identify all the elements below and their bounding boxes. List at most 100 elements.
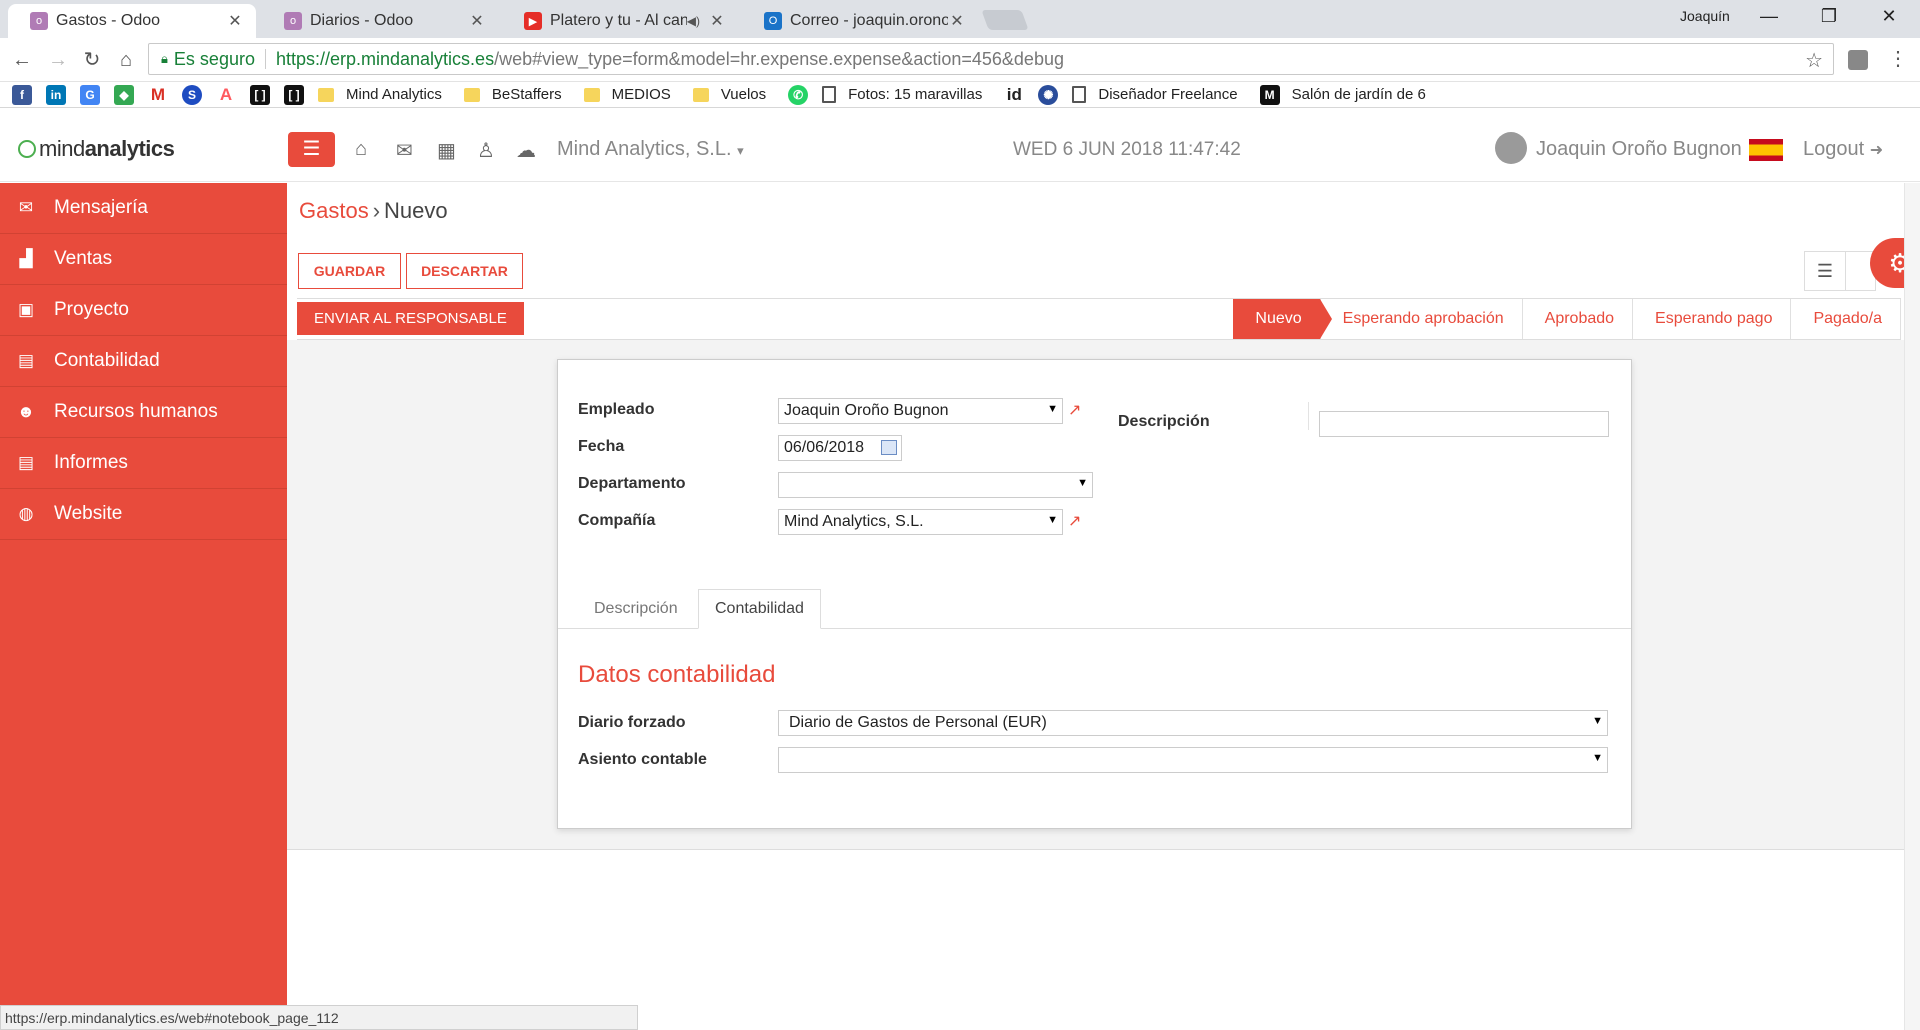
browser-tab-gastos[interactable]: o Gastos - Odoo ✕ [8,4,256,38]
sidebar-item-proyecto[interactable]: ▣ Proyecto [0,285,287,336]
bookmark-salon[interactable]: M Salón de jardín de 6 [1259,84,1426,105]
speaker-icon[interactable]: ◀) [687,14,700,28]
move-select[interactable]: ▼ [778,747,1608,773]
lock-icon: 🔒︎ [161,51,168,66]
journal-select[interactable]: Diario de Gastos de Personal (EUR) ▼ [778,710,1608,736]
address-bar[interactable]: 🔒︎ Es seguro https://erp.mindanalytics.e… [148,43,1834,75]
logout-label: Logout [1803,138,1865,160]
odoo-favicon-icon: o [30,12,48,30]
mail-icon[interactable]: ✉ [396,138,413,163]
back-arrow-icon[interactable]: ← [8,46,36,74]
new-tab-button[interactable] [981,10,1029,30]
report-icon: ▤ [17,453,35,472]
calendar-icon[interactable]: ▦ [437,138,456,163]
reload-icon[interactable]: ↻ [78,46,106,74]
page-scrollbar[interactable] [1904,183,1920,1030]
close-icon[interactable]: ✕ [708,11,726,31]
stage-esperando-aprobacion[interactable]: Esperando aprobación [1320,299,1523,339]
bookmark-bestaffers[interactable]: BeStaffers [463,86,562,103]
badge-icon[interactable]: ✺ [1038,84,1059,105]
breadcrumb-gastos-link[interactable]: Gastos [299,198,369,223]
tab-descripcion[interactable]: Descripción [578,589,694,629]
minimize-icon[interactable]: — [1746,6,1792,27]
save-button[interactable]: GUARDAR [298,253,401,289]
browser-tab-youtube[interactable]: ▶ Platero y tu - Al canta ◀) ✕ [502,4,738,38]
sidebar-item-website[interactable]: ◍ Website [0,489,287,540]
company-select[interactable]: Mind Analytics, S.L. ▼ [778,509,1063,535]
logout-link[interactable]: Logout ➜ [1803,138,1883,161]
chevron-down-icon: ▾ [737,143,744,158]
user-name[interactable]: Joaquin Oroño Bugnon [1536,138,1742,161]
external-link-icon[interactable]: ↗ [1068,400,1081,420]
extension-icon[interactable] [1848,50,1868,70]
bookmark-star-icon[interactable]: ☆ [1805,48,1823,73]
window-user-badge[interactable]: Joaquín [1680,8,1730,24]
facebook-icon[interactable]: f [12,84,32,105]
spain-flag-icon[interactable] [1749,139,1783,161]
move-label: Asiento contable [578,751,707,768]
stage-nuevo[interactable]: Nuevo [1233,299,1332,339]
id-icon[interactable]: id [1004,84,1025,105]
sidebar-item-mensajeria[interactable]: ✉ Mensajería [0,183,287,234]
linkedin-icon[interactable]: in [46,84,66,105]
company-switcher[interactable]: Mind Analytics, S.L. ▾ [557,138,744,161]
list-view-icon[interactable]: ☰ [1804,251,1846,291]
whatsapp-icon[interactable]: ✆ [788,84,809,105]
sidebar-item-ventas[interactable]: ▟ Ventas [0,234,287,285]
company-name: Mind Analytics, S.L. [557,138,732,160]
tab-contabilidad[interactable]: Contabilidad [698,589,821,629]
mindanalytics-logo[interactable]: mindanalytics [18,136,175,162]
home-icon[interactable]: ⌂ [112,46,140,74]
close-icon[interactable]: ✕ [226,11,244,31]
translate-icon[interactable]: G [80,84,100,105]
bookmark-mind-analytics[interactable]: Mind Analytics [318,86,442,103]
scribd-icon[interactable]: S [182,84,202,105]
gmail-icon[interactable]: M [148,84,168,105]
sidebar-item-contabilidad[interactable]: ▤ Contabilidad [0,336,287,387]
browser-menu-icon[interactable]: ⋮ [1888,46,1908,71]
brackets-icon[interactable]: [ ] [284,84,304,105]
brackets-icon[interactable]: [ ] [250,84,270,105]
stage-aprobado[interactable]: Aprobado [1522,299,1634,339]
discard-button[interactable]: DESCARTAR [406,253,523,289]
external-link-icon[interactable]: ↗ [1068,511,1081,531]
menu-toggle-button[interactable]: ☰ [288,132,335,167]
maps-icon[interactable]: ◆ [114,84,134,105]
bookmark-label: Salón de jardín de 6 [1291,86,1426,103]
browser-tab-diarios[interactable]: o Diarios - Odoo ✕ [262,4,498,38]
bookmark-vuelos[interactable]: Vuelos [692,86,766,103]
window-close-icon[interactable]: ✕ [1866,6,1912,27]
close-icon[interactable]: ✕ [948,11,966,31]
restore-icon[interactable]: ❐ [1806,6,1852,27]
caret-down-icon: ▼ [1077,477,1088,489]
description-input[interactable] [1319,411,1609,437]
bookmark-fotos[interactable]: Fotos: 15 maravillas [822,86,982,103]
sidebar-item-informes[interactable]: ▤ Informes [0,438,287,489]
close-icon[interactable]: ✕ [468,11,486,31]
caret-down-icon: ▼ [1592,752,1603,764]
chat-icon[interactable]: ☁ [516,138,536,163]
bookmark-disenador[interactable]: Diseñador Freelance [1072,86,1238,103]
bookmark-medios[interactable]: MEDIOS [583,86,671,103]
date-label: Fecha [578,438,625,455]
airbnb-icon[interactable]: A [216,84,236,105]
browser-tab-correo[interactable]: O Correo - joaquin.orono@ ✕ [742,4,978,38]
omnibox-divider [264,49,266,69]
logo-text-bold: analytics [84,136,175,161]
sidebar-item-label: Ventas [54,248,113,269]
stage-pagado[interactable]: Pagado/a [1791,299,1901,339]
tab-title: Gastos - Odoo [56,12,161,29]
stage-esperando-pago[interactable]: Esperando pago [1633,299,1792,339]
submit-to-manager-button[interactable]: ENVIAR AL RESPONSABLE [297,302,524,335]
date-input[interactable]: 06/06/2018 [778,435,902,461]
section-title: Datos contabilidad [578,661,776,688]
calendar-icon[interactable] [881,440,897,455]
avatar[interactable] [1495,132,1527,164]
activity-icon[interactable]: ♙ [477,138,495,163]
home-icon[interactable]: ⌂ [355,138,367,161]
forward-arrow-icon[interactable]: → [44,46,72,74]
users-icon: ☻ [17,402,35,421]
sidebar-item-recursos-humanos[interactable]: ☻ Recursos humanos [0,387,287,438]
department-select[interactable]: ▼ [778,472,1093,498]
employee-select[interactable]: Joaquin Oroño Bugnon ▼ [778,398,1063,424]
